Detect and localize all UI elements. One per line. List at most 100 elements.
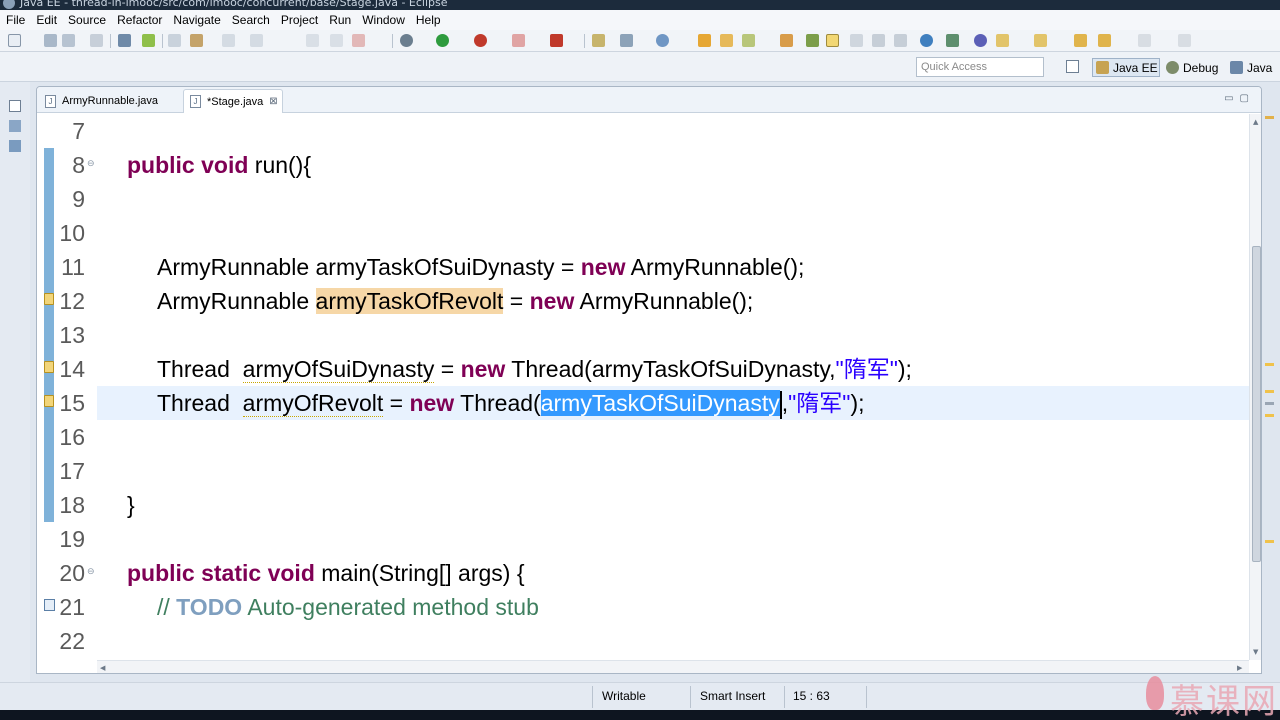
minimize-maximize-icon[interactable]: ▭▢	[1224, 93, 1255, 104]
overview-ruler-marker[interactable]	[1265, 363, 1274, 366]
java-editor: J ArmyRunnable.java J *Stage.java ⊠ ▭▢ 7…	[36, 86, 1262, 674]
block-selection-icon[interactable]	[872, 34, 885, 47]
menu-refactor[interactable]: Refactor	[117, 13, 162, 27]
code-line: 14 Thread armyOfSuiDynasty = new Thread(…	[37, 352, 1249, 386]
menu-navigate[interactable]: Navigate	[173, 13, 220, 27]
open-task-icon[interactable]	[780, 34, 793, 47]
menu-search[interactable]: Search	[232, 13, 270, 27]
suspend-icon[interactable]	[330, 34, 343, 47]
run-icon[interactable]	[436, 34, 449, 47]
resume-icon[interactable]	[306, 34, 319, 47]
terminate-icon[interactable]	[352, 34, 365, 47]
wizard-icon[interactable]	[946, 34, 959, 47]
new-package-icon[interactable]	[620, 34, 633, 47]
external-tools-icon[interactable]	[474, 34, 487, 47]
imooc-watermark: 慕课网	[1140, 670, 1280, 720]
close-tab-icon[interactable]: ⊠	[269, 96, 277, 107]
menu-edit[interactable]: Edit	[36, 13, 57, 27]
debug-icon[interactable]	[400, 34, 413, 47]
back-icon[interactable]	[222, 34, 235, 47]
previous-annotation-icon[interactable]	[1034, 34, 1047, 47]
toolbar-separator	[584, 34, 585, 48]
menu-project[interactable]: Project	[281, 13, 318, 27]
save-icon[interactable]	[44, 34, 57, 47]
scroll-left-icon[interactable]: ◀	[100, 664, 105, 672]
perspective-label: Debug	[1183, 60, 1219, 75]
toolbar-chevron-icon[interactable]	[1178, 34, 1191, 47]
save-all-icon[interactable]	[62, 34, 75, 47]
status-insert-mode[interactable]: Smart Insert	[700, 689, 765, 703]
last-edit-icon[interactable]	[1074, 34, 1087, 47]
tab-stage-java[interactable]: J *Stage.java ⊠	[183, 89, 283, 113]
tab-armyrunnable-java[interactable]: J ArmyRunnable.java	[39, 89, 179, 113]
forward-nav-icon[interactable]	[1138, 34, 1151, 47]
print-icon[interactable]	[90, 34, 103, 47]
code-text: Thread armyOfRevolt = new Thread(armyTas…	[157, 386, 865, 420]
open-perspective-icon[interactable]	[1066, 60, 1079, 73]
overview-ruler-marker[interactable]	[1265, 402, 1274, 405]
mark-occurrences-toggle-icon[interactable]	[826, 34, 839, 47]
fold-collapse-icon[interactable]: ⊖	[87, 159, 95, 169]
vertical-scrollbar[interactable]: ▲ ▼	[1249, 114, 1261, 660]
new-class-icon[interactable]	[656, 34, 669, 47]
window-title: Java EE - thread-in-imooc/src/com/imooc/…	[20, 0, 448, 9]
horizontal-scrollbar[interactable]: ◀ ▶	[97, 660, 1249, 673]
pin-icon[interactable]	[850, 34, 863, 47]
hierarchy-icon[interactable]	[9, 140, 21, 152]
show-whitespace-icon[interactable]	[894, 34, 907, 47]
debug-perspective-icon	[1166, 61, 1179, 74]
menu-run[interactable]: Run	[329, 13, 351, 27]
perspective-java[interactable]: Java	[1230, 58, 1272, 77]
package-explorer-icon[interactable]	[9, 120, 21, 132]
fold-collapse-icon[interactable]: ⊖	[87, 567, 95, 577]
scroll-up-icon[interactable]: ▲	[1253, 118, 1258, 126]
restore-icon[interactable]	[9, 100, 21, 112]
toolbar-separator	[162, 34, 163, 48]
line-number: 20	[59, 560, 85, 586]
annotation-icon[interactable]	[806, 34, 819, 47]
next-annotation-icon[interactable]	[996, 34, 1009, 47]
scrollbar-thumb[interactable]	[1252, 246, 1261, 562]
line-number: 19	[59, 526, 85, 552]
coverage-icon[interactable]	[512, 34, 525, 47]
forward-icon[interactable]	[250, 34, 263, 47]
open-resource-icon[interactable]	[720, 34, 733, 47]
new-java-project-icon[interactable]	[592, 34, 605, 47]
overview-ruler-marker[interactable]	[1265, 390, 1274, 393]
code-fragment: );	[850, 390, 865, 416]
line-number: 22	[59, 628, 85, 654]
server-icon[interactable]	[550, 34, 563, 47]
code-line: 9	[37, 182, 1249, 216]
web-browser-icon[interactable]	[920, 34, 933, 47]
menu-window[interactable]: Window	[362, 13, 405, 27]
menu-file[interactable]: File	[6, 13, 25, 27]
toggle-mark-occurrences-icon[interactable]	[190, 34, 203, 47]
perspective-java-ee[interactable]: Java EE	[1092, 58, 1160, 77]
task-icon[interactable]	[168, 34, 181, 47]
code-fragment: Thread	[157, 356, 243, 382]
back-nav-icon[interactable]	[1098, 34, 1111, 47]
database-icon[interactable]	[974, 34, 987, 47]
overview-ruler-marker[interactable]	[1265, 540, 1274, 543]
open-type-icon[interactable]	[142, 34, 155, 47]
text-selection[interactable]: armyTaskOfSuiDynasty	[540, 390, 780, 416]
overview-ruler-marker[interactable]	[1265, 414, 1274, 417]
overview-ruler-marker[interactable]	[1265, 116, 1274, 119]
status-writable: Writable	[602, 689, 646, 703]
perspective-debug[interactable]: Debug	[1166, 58, 1218, 77]
open-folder-icon[interactable]	[698, 34, 711, 47]
new-icon[interactable]	[8, 34, 21, 47]
menu-help[interactable]: Help	[416, 13, 441, 27]
skip-breakpoints-icon[interactable]	[118, 34, 131, 47]
code-fragment: =	[383, 390, 410, 416]
menu-source[interactable]: Source	[68, 13, 106, 27]
code-text-area[interactable]: 7 8 ⊖ public void run(){ 9 10 11 ArmyRun…	[37, 114, 1249, 660]
code-line: 15 Thread armyOfRevolt = new Thread(army…	[37, 386, 1249, 420]
imooc-flame-logo-icon	[1146, 676, 1164, 710]
line-number: 15	[59, 390, 85, 416]
code-text: public static void main(String[] args) {	[127, 556, 525, 590]
window-title-bar: Java EE - thread-in-imooc/src/com/imooc/…	[0, 0, 1280, 10]
quick-access-input[interactable]: Quick Access	[916, 57, 1044, 77]
search-icon[interactable]	[742, 34, 755, 47]
scroll-down-icon[interactable]: ▼	[1253, 648, 1258, 656]
